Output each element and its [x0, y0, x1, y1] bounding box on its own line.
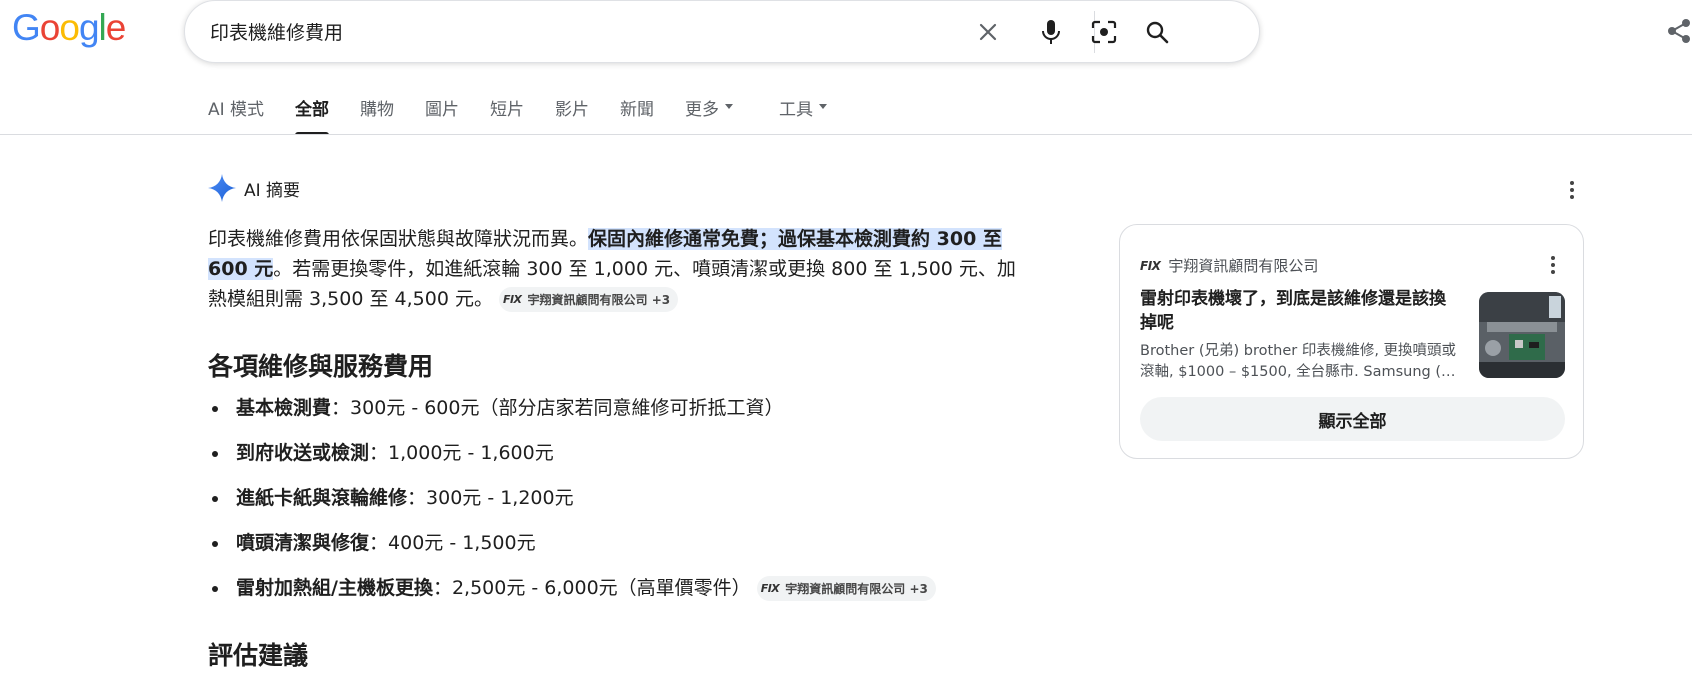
- ai-overview-label: AI 摘要: [244, 180, 301, 201]
- logo-letter: G: [12, 7, 41, 48]
- microphone-icon[interactable]: [1036, 17, 1066, 47]
- list-item: 噴頭清潔與修復：400元 - 1,500元: [208, 528, 1108, 573]
- gemini-sparkle-icon: [208, 174, 236, 202]
- lens-camera-icon[interactable]: [1089, 17, 1119, 47]
- logo-letter: e: [105, 7, 127, 48]
- fix-logo-icon: FIX: [760, 581, 780, 595]
- fix-logo-icon: FIX: [502, 292, 522, 306]
- tab-news[interactable]: 新聞: [620, 95, 654, 135]
- list-item-text: ：1,000元 - 1,600元: [369, 442, 554, 464]
- list-item-text: ：400元 - 1,500元: [369, 532, 536, 554]
- google-logo[interactable]: Google: [12, 7, 127, 48]
- tab-shopping[interactable]: 購物: [360, 95, 394, 135]
- list-item-text: ：2,500元 - 6,000元（高單價零件）: [432, 577, 751, 599]
- share-icon[interactable]: [1666, 18, 1692, 44]
- tab-tools[interactable]: 工具: [779, 95, 828, 135]
- search-box[interactable]: 印表機維修費用: [184, 0, 1260, 63]
- list-item-term: 噴頭清潔與修復: [236, 532, 370, 554]
- chevron-down-icon: [819, 104, 828, 109]
- tabs-divider: [0, 134, 1692, 135]
- source-chip-label: 宇翔資訊顧問有限公司 +3: [527, 292, 671, 307]
- search-tabs: AI 模式 全部 購物 圖片 短片 影片 新聞 更多 工具: [208, 95, 858, 135]
- clear-icon[interactable]: [973, 17, 1003, 47]
- chevron-down-icon: [725, 104, 734, 109]
- printer-thumbnail-image[interactable]: [1479, 292, 1565, 378]
- summary-text-1: 印表機維修費用依保固狀態與故障狀況而異。: [208, 228, 589, 250]
- section-title-costs: 各項維修與服務費用: [208, 352, 434, 381]
- source-name: 宇翔資訊顧問有限公司: [1168, 257, 1319, 275]
- tab-more[interactable]: 更多: [685, 95, 734, 135]
- tab-ai-mode[interactable]: AI 模式: [208, 95, 264, 135]
- list-item-term: 基本檢測費: [236, 397, 332, 419]
- tab-short-videos[interactable]: 短片: [490, 95, 524, 135]
- source-card-snippet: Brother (兄弟) brother 印表機維修, 更換噴頭或滾軸, $10…: [1140, 343, 1457, 380]
- logo-letter: g: [78, 7, 100, 48]
- logo-letter: o: [59, 7, 80, 48]
- list-item-term: 到府收送或檢測: [236, 442, 370, 464]
- tab-all[interactable]: 全部: [295, 95, 330, 135]
- list-item: 進紙卡紙與滾輪維修：300元 - 1,200元: [208, 483, 1108, 528]
- list-item-term: 雷射加熱組/主機板更換: [236, 577, 433, 599]
- source-chip-label: 宇翔資訊顧問有限公司 +3: [785, 581, 928, 596]
- source-card-more-icon[interactable]: [1543, 255, 1563, 275]
- section-title-advice: 評估建議: [208, 641, 309, 670]
- source-card-title[interactable]: 雷射印表機壞了，到底是該維修還是該換掉呢: [1140, 287, 1460, 335]
- list-item-term: 進紙卡紙與滾輪維修: [236, 487, 408, 509]
- source-row: FIX 宇翔資訊顧問有限公司: [1140, 255, 1318, 276]
- list-item-text: ：300元 - 1,200元: [407, 487, 574, 509]
- logo-letter: o: [39, 7, 61, 48]
- list-item-text: ：300元 - 600元（部分店家若同意維修可折抵工資）: [331, 397, 784, 419]
- source-chip[interactable]: FIX 宇翔資訊顧問有限公司 +3: [498, 287, 679, 312]
- search-input[interactable]: 印表機維修費用: [210, 18, 343, 45]
- logo-letter: l: [98, 7, 107, 48]
- list-item: 到府收送或檢測：1,000元 - 1,600元: [208, 438, 1108, 483]
- source-card[interactable]: FIX 宇翔資訊顧問有限公司 雷射印表機壞了，到底是該維修還是該換掉呢 Brot…: [1119, 224, 1584, 459]
- ai-overview-header: AI 摘要: [208, 174, 300, 202]
- cost-list: 基本檢測費：300元 - 600元（部分店家若同意維修可折抵工資） 到府收送或檢…: [208, 393, 1108, 618]
- search-icon[interactable]: [1142, 17, 1172, 47]
- show-all-button[interactable]: 顯示全部: [1140, 397, 1565, 441]
- tab-videos[interactable]: 影片: [555, 95, 589, 135]
- list-item: 基本檢測費：300元 - 600元（部分店家若同意維修可折抵工資）: [208, 393, 1108, 438]
- ai-overview-more-icon[interactable]: [1562, 180, 1582, 200]
- source-chip[interactable]: FIX 宇翔資訊顧問有限公司 +3: [756, 576, 936, 601]
- tab-images[interactable]: 圖片: [425, 95, 459, 135]
- fix-logo-icon: FIX: [1140, 258, 1161, 273]
- ai-summary-paragraph: 印表機維修費用依保固狀態與故障狀況而異。保固內維修通常免費；過保基本檢測費約 3…: [208, 224, 1018, 314]
- list-item: 雷射加熱組/主機板更換：2,500元 - 6,000元（高單價零件） FIX 宇翔資…: [208, 573, 1108, 618]
